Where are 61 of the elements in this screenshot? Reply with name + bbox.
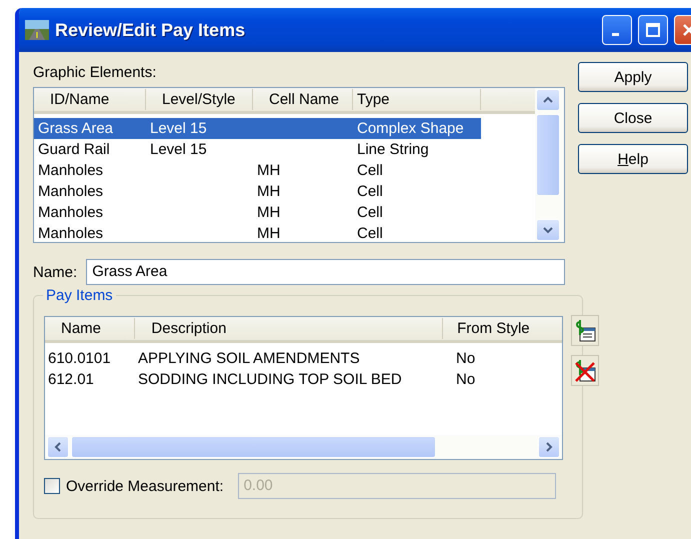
table-cell: Grass Area [38,120,114,137]
scroll-down-icon[interactable] [543,226,553,234]
table-cell: Cell [357,225,383,242]
field-label: Name: [33,264,78,280]
scroll-right-icon[interactable] [545,442,553,452]
table-cell: Cell [357,162,383,179]
table-cell: 610.0101 [48,350,111,367]
table-cell: MH [257,183,280,200]
road-icon [25,20,49,40]
section-label: Graphic Elements: [33,64,158,81]
table-cell: No [456,350,476,367]
minimize-button[interactable] [602,15,632,45]
table-cell: SODDING INCLUDING TOP SOIL BED [138,371,402,388]
maximize-button[interactable] [638,15,668,45]
add-pay-item-button[interactable] [571,315,599,346]
table-cell: MH [257,162,280,179]
table-cell: MH [257,204,280,221]
checkbox-label: Override Measurement: [66,478,224,494]
list-row[interactable]: Manholes MH Cell [34,160,481,181]
column-header[interactable]: Type [353,89,481,110]
name-field[interactable]: Grass Area [86,259,565,285]
table-cell: Level 15 [150,141,207,158]
table-cell: Line String [357,141,429,158]
table-cell: Manholes [38,204,104,221]
list-row[interactable]: Manholes MH Cell [34,181,481,202]
column-header[interactable]: Cell Name [253,89,353,110]
delete-pay-item-button[interactable] [571,355,599,386]
table-cell: No [456,371,476,388]
column-header[interactable]: Name [45,318,136,339]
minimize-icon [612,33,618,36]
table-cell: Complex Shape [357,120,464,137]
table-cell: APPLYING SOIL AMENDMENTS [138,350,360,367]
list-row[interactable]: Grass Area Level 15 Complex Shape [34,118,481,139]
dialog-button[interactable]: Close [578,103,688,133]
list-row[interactable]: 612.01 SODDING INCLUDING TOP SOIL BED No [45,369,562,390]
column-header[interactable]: Description [135,318,444,339]
window-title: Review/Edit Pay Items [55,20,246,40]
table-cell: Cell [357,204,383,221]
column-header[interactable]: From Style [443,318,546,339]
list-row[interactable]: 610.0101 APPLYING SOIL AMENDMENTS No [45,348,562,369]
table-cell: Guard Rail [38,141,110,158]
dialog-button[interactable]: Apply [578,62,688,92]
list-row[interactable]: Manholes MH Cell [34,202,481,223]
list-row[interactable]: Manholes MH Cell [34,223,481,242]
list-row[interactable]: Guard Rail Level 15 Line String [34,139,481,160]
table-cell: MH [257,225,280,242]
table-cell: Manholes [38,225,104,242]
scroll-left-icon[interactable] [54,442,62,452]
scroll-up-icon[interactable] [543,96,553,104]
table-cell: Cell [357,183,383,200]
column-header[interactable]: Level/Style [146,89,253,110]
table-cell: Manholes [38,183,104,200]
table-cell: Level 15 [150,120,207,137]
table-cell: Manholes [38,162,104,179]
column-header[interactable]: ID/Name [34,89,146,110]
group-title: Pay Items [43,287,116,304]
dialog-button[interactable]: Help [578,144,688,174]
table-cell: 612.01 [48,371,94,388]
horizontal-scrollbar[interactable] [45,435,562,459]
maximize-icon [645,22,661,38]
vertical-scrollbar[interactable] [535,88,564,242]
